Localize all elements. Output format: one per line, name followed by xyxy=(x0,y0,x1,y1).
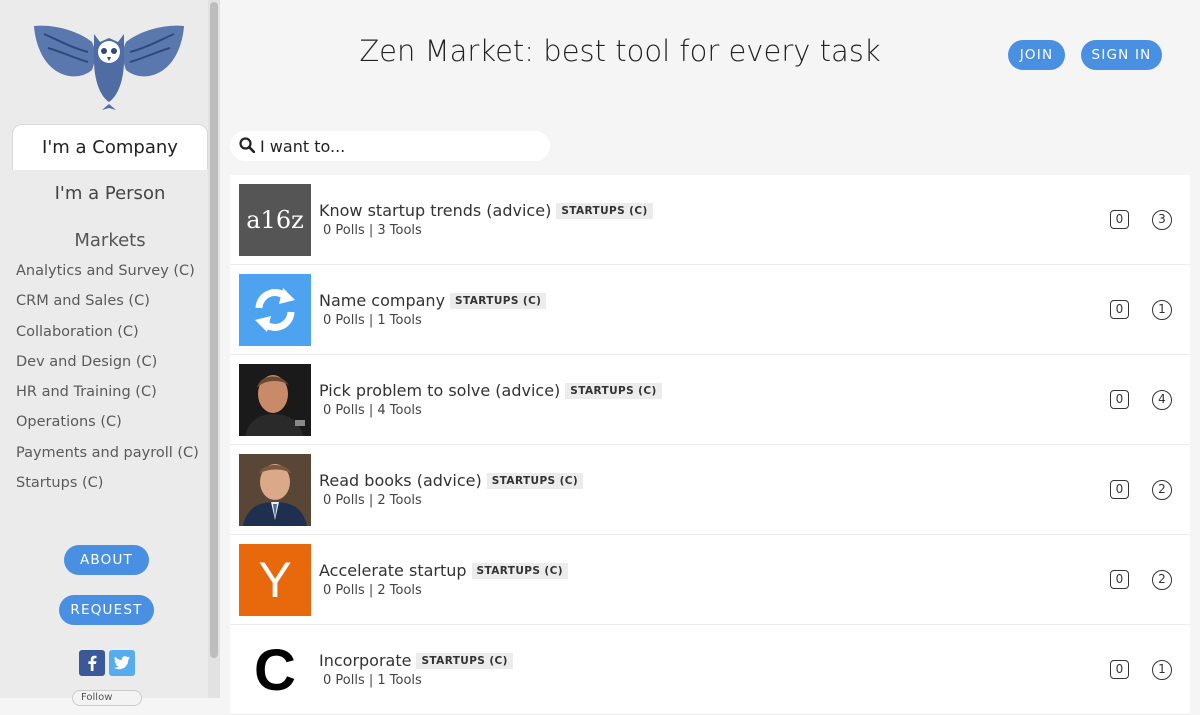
task-title[interactable]: Know startup trends (advice) xyxy=(319,201,551,220)
task-title-line[interactable]: Incorporate STARTUPS (C) xyxy=(319,651,513,670)
about-button[interactable]: ABOUT xyxy=(64,545,149,575)
markets-heading: Markets xyxy=(74,230,146,251)
c-logo: C xyxy=(239,634,311,706)
task-row[interactable]: Pick problem to solve (advice) STARTUPS (… xyxy=(230,355,1190,445)
market-link-hr[interactable]: HR and Training (C) xyxy=(16,377,199,407)
task-title-line[interactable]: Name company STARTUPS (C) xyxy=(319,291,547,310)
task-title-line[interactable]: Accelerate startup STARTUPS (C) xyxy=(319,561,568,580)
sidebar-scrollbar[interactable] xyxy=(208,0,220,698)
sign-in-button[interactable]: SIGN IN xyxy=(1081,40,1162,70)
box-count-badge[interactable]: 0 xyxy=(1110,210,1129,229)
task-list: a16z Know startup trends (advice) STARTUP… xyxy=(230,175,1190,715)
market-link-operations[interactable]: Operations (C) xyxy=(16,407,199,437)
category-tag[interactable]: STARTUPS (C) xyxy=(416,653,513,669)
circle-count-badge[interactable]: 3 xyxy=(1152,210,1172,230)
task-title[interactable]: Pick problem to solve (advice) xyxy=(319,381,560,400)
follow-button[interactable]: Follow xyxy=(72,690,142,706)
search-input[interactable] xyxy=(260,135,540,157)
refresh-arrows-icon xyxy=(239,274,311,346)
task-meta: 0 Polls | 2 Tools xyxy=(323,583,422,598)
task-meta: 0 Polls | 3 Tools xyxy=(323,223,422,238)
market-link-collaboration[interactable]: Collaboration (C) xyxy=(16,317,199,347)
search-icon xyxy=(239,137,255,153)
market-link-startups[interactable]: Startups (C) xyxy=(16,468,199,498)
ycombinator-logo: Y xyxy=(239,544,311,616)
task-meta: 0 Polls | 1 Tools xyxy=(323,673,422,688)
category-tag[interactable]: STARTUPS (C) xyxy=(471,563,568,579)
market-link-dev-design[interactable]: Dev and Design (C) xyxy=(16,347,199,377)
category-tag[interactable]: STARTUPS (C) xyxy=(565,383,662,399)
box-count-badge[interactable]: 0 xyxy=(1110,660,1129,679)
task-title[interactable]: Accelerate startup xyxy=(319,561,467,580)
box-count-badge[interactable]: 0 xyxy=(1110,390,1129,409)
task-title[interactable]: Read books (advice) xyxy=(319,471,482,490)
task-title[interactable]: Incorporate xyxy=(319,651,411,670)
person-photo xyxy=(239,364,311,436)
circle-count-badge[interactable]: 1 xyxy=(1152,300,1172,320)
task-title-line[interactable]: Pick problem to solve (advice) STARTUPS (… xyxy=(319,381,662,400)
circle-count-badge[interactable]: 1 xyxy=(1152,660,1172,680)
person-photo xyxy=(239,454,311,526)
task-title-line[interactable]: Know startup trends (advice) STARTUPS (C) xyxy=(319,201,653,220)
sidebar: I'm a Company I'm a Person Markets Analy… xyxy=(0,0,220,706)
task-meta: 0 Polls | 2 Tools xyxy=(323,493,422,508)
market-link-crm[interactable]: CRM and Sales (C) xyxy=(16,286,199,316)
twitter-icon[interactable] xyxy=(109,650,135,676)
join-button[interactable]: JOIN xyxy=(1008,40,1065,70)
task-row[interactable]: Name company STARTUPS (C) 0 Polls | 1 Too… xyxy=(230,265,1190,355)
thumb-logo-text: Y xyxy=(258,552,292,608)
owl-logo[interactable] xyxy=(32,20,186,114)
box-count-badge[interactable]: 0 xyxy=(1110,480,1129,499)
task-title-line[interactable]: Read books (advice) STARTUPS (C) xyxy=(319,471,584,490)
segment-person[interactable]: I'm a Person xyxy=(12,172,208,216)
box-count-badge[interactable]: 0 xyxy=(1110,570,1129,589)
market-link-analytics[interactable]: Analytics and Survey (C) xyxy=(16,256,199,286)
market-link-payments[interactable]: Payments and payroll (C) xyxy=(16,438,199,468)
task-row[interactable]: a16z Know startup trends (advice) STARTUP… xyxy=(230,175,1190,265)
facebook-icon[interactable] xyxy=(79,650,105,676)
category-tag[interactable]: STARTUPS (C) xyxy=(556,203,653,219)
scrollbar-thumb[interactable] xyxy=(210,2,218,658)
circle-count-badge[interactable]: 4 xyxy=(1152,390,1172,410)
task-meta: 0 Polls | 1 Tools xyxy=(323,313,422,328)
circle-count-badge[interactable]: 2 xyxy=(1152,570,1172,590)
task-meta: 0 Polls | 4 Tools xyxy=(323,403,422,418)
thumb-logo-text: C xyxy=(254,637,296,703)
circle-count-badge[interactable]: 2 xyxy=(1152,480,1172,500)
task-row[interactable]: Read books (advice) STARTUPS (C) 0 Polls … xyxy=(230,445,1190,535)
search-bar xyxy=(230,131,550,161)
task-row[interactable]: C Incorporate STARTUPS (C) 0 Polls | 1 To… xyxy=(230,625,1190,715)
a16z-logo: a16z xyxy=(239,184,311,256)
task-title[interactable]: Name company xyxy=(319,291,445,310)
thumb-logo-text: a16z xyxy=(246,206,304,234)
segment-company[interactable]: I'm a Company xyxy=(12,124,208,170)
request-button[interactable]: REQUEST xyxy=(59,595,154,625)
category-tag[interactable]: STARTUPS (C) xyxy=(486,473,584,489)
page-title: Zen Market: best tool for every task xyxy=(359,34,881,68)
category-tag[interactable]: STARTUPS (C) xyxy=(450,293,547,309)
box-count-badge[interactable]: 0 xyxy=(1110,300,1129,319)
markets-list: Analytics and Survey (C) CRM and Sales (… xyxy=(16,256,199,498)
task-row[interactable]: Y Accelerate startup STARTUPS (C) 0 Polls… xyxy=(230,535,1190,625)
